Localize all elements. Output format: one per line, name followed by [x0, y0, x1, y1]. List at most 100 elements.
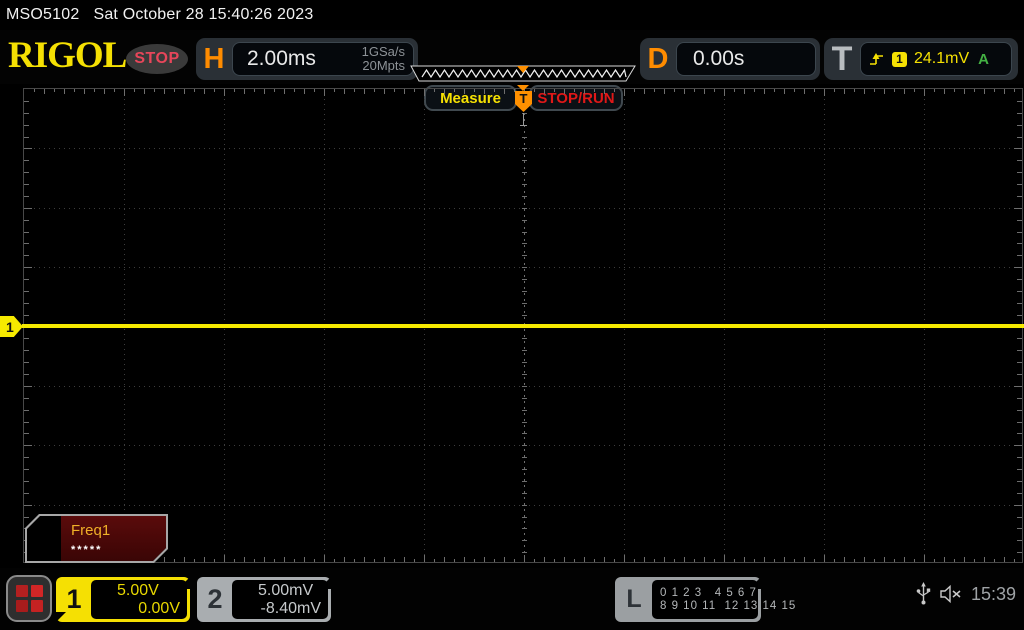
graticule-tick [1017, 112, 1022, 114]
graticule-tick [1017, 457, 1022, 459]
channel1-level-marker-icon[interactable]: 1 [0, 316, 23, 337]
graticule-tick [334, 89, 335, 92]
graticule-tick [1017, 492, 1022, 494]
graticule-tick [854, 559, 855, 562]
graticule-tick [534, 89, 535, 92]
graticule-tick [1017, 480, 1022, 482]
graticule-tick [1017, 255, 1022, 257]
graticule-tick [1017, 243, 1022, 245]
graticule-tick [234, 89, 235, 92]
logic-channel-numbers: 0 1 2 3 4 5 6 7 8 9 10 11 12 13 14 15 [652, 580, 795, 619]
graticule-tick [24, 267, 32, 269]
graticule-tick [594, 89, 595, 92]
graticule-tick [1017, 195, 1022, 197]
graticule-tick [24, 136, 29, 138]
trigger-source-badge: 1 [892, 51, 907, 67]
graticule-tick [84, 89, 85, 94]
grid-menu-icon[interactable] [6, 575, 52, 622]
graticule-tick [24, 124, 29, 126]
graticule-tick [764, 89, 765, 94]
graticule-tick [24, 397, 29, 399]
graticule-tick [914, 559, 915, 562]
graticule-tick [854, 89, 855, 92]
graticule-tick [24, 112, 29, 114]
graticule-tick [522, 184, 527, 185]
graticule-tick [24, 350, 29, 352]
graticule-tick [522, 480, 527, 482]
graticule-tick [64, 89, 65, 94]
graticule-tick [24, 433, 29, 435]
run-state-label: STOP [134, 50, 180, 67]
graticule-tick [1014, 207, 1022, 209]
graticule-tick [624, 555, 625, 562]
graticule-tick [604, 89, 605, 94]
graticule-tick [334, 559, 335, 562]
graticule-tick [1014, 89, 1015, 92]
graticule-tick [484, 89, 485, 94]
graticule-tick [844, 557, 845, 562]
graticule-tick [454, 89, 455, 92]
graticule-tick [404, 557, 405, 562]
graticule-tick [274, 89, 275, 92]
measurement-title: Freq1 [71, 522, 111, 539]
graticule-tick [824, 555, 825, 562]
graticule-tick [914, 89, 915, 92]
graticule-tick [684, 89, 685, 94]
delay-settings-group[interactable]: D 0.00s [640, 38, 820, 80]
graticule-tick [104, 89, 105, 94]
graticule-tick [184, 89, 185, 94]
graticule-tick [1017, 362, 1022, 364]
graticule-tick [644, 557, 645, 562]
graticule-tick [724, 555, 725, 562]
graticule-tick [774, 559, 775, 562]
graticule-tick [1017, 219, 1022, 221]
graticule-tick [24, 160, 29, 162]
graticule-tick [974, 559, 975, 562]
measurement-popup[interactable]: Freq1 ***** [25, 514, 168, 563]
graticule-tick [114, 89, 115, 92]
graticule-tick [44, 89, 45, 94]
graticule-tick [744, 89, 745, 94]
grid-menu-squares [15, 585, 43, 612]
graticule-tick [714, 89, 715, 92]
graticule-tick [24, 362, 29, 364]
channel1-trace[interactable] [22, 324, 1024, 328]
graticule-tick [522, 231, 527, 233]
graticule-tick [24, 255, 29, 257]
graticule-tick [784, 557, 785, 562]
graticule-tick [984, 89, 985, 94]
logic-channels-block[interactable]: L 0 1 2 3 4 5 6 7 8 9 10 11 12 13 14 15 [615, 576, 795, 622]
graticule-tick [1014, 385, 1022, 387]
waveform-preview-bar[interactable] [410, 65, 636, 82]
graticule-tick [794, 89, 795, 92]
graticule-tick [1017, 433, 1022, 435]
graticule-tick [374, 559, 375, 562]
horizontal-settings-group[interactable]: H 2.00ms 1GSa/s 20Mpts [196, 38, 418, 80]
graticule-tick [884, 89, 885, 94]
graticule-tick [554, 89, 555, 92]
graticule-tick [24, 338, 29, 340]
graticule-tick [24, 469, 29, 470]
graticule-tick [1014, 504, 1022, 506]
channel2-status-block[interactable]: 2 5.00mV -8.40mV [197, 576, 332, 622]
graticule-tick [522, 136, 527, 138]
channel1-status-block[interactable]: 1 5.00V 0.00V [55, 576, 191, 623]
graticule-tick [24, 279, 29, 280]
graticule-tick [514, 559, 515, 562]
graticule-tick [804, 89, 805, 94]
graticule-tick [1017, 469, 1022, 470]
graticule-tick [354, 89, 355, 92]
delay-value-box: 0.00s [676, 42, 816, 76]
graticule-tick [984, 557, 985, 562]
run-state-badge[interactable]: STOP [126, 44, 188, 74]
horizontal-label: H [203, 42, 225, 75]
graticule-tick [384, 557, 385, 562]
graticule-tick [24, 195, 29, 197]
datetime: Sat October 28 15:40:26 2023 [93, 6, 314, 23]
graticule-tick [1017, 540, 1022, 542]
trigger-settings-group[interactable]: T 1 24.1mV A [824, 38, 1018, 80]
graticule-tick [154, 89, 155, 92]
graticule-tick [1017, 290, 1022, 292]
graticule-tick [974, 89, 975, 92]
graticule-tick [644, 89, 645, 94]
